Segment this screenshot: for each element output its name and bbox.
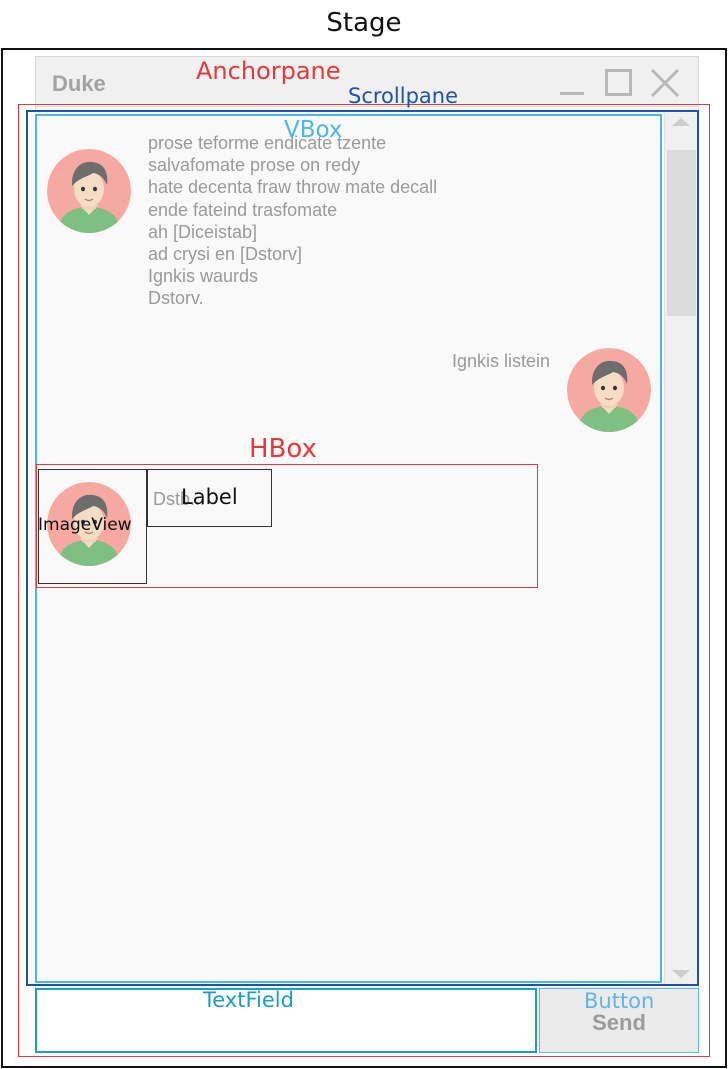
window-title: Duke [52, 71, 106, 96]
message-line: Dstorv. [148, 288, 204, 309]
hbox-label: HBox [249, 434, 317, 464]
message-line: hate decenta fraw throw mate decall [148, 177, 438, 198]
stage-label: Stage [326, 8, 402, 38]
user-avatar-icon [567, 348, 651, 432]
message-line: ad crysi en [Dstorv] [148, 244, 303, 265]
scrollbar-thumb[interactable] [667, 150, 696, 316]
maximize-icon[interactable] [605, 69, 632, 96]
send-button-label: Send [592, 1010, 646, 1035]
label-label: Label [181, 485, 238, 509]
scroll-up-arrow-icon[interactable] [672, 118, 690, 126]
imageview-label: ImageView [38, 515, 132, 535]
close-icon[interactable] [650, 68, 680, 98]
scroll-down-arrow-icon[interactable] [672, 970, 690, 978]
message-line: ah [Diceistab] [148, 221, 258, 242]
vbox-label: VBox [284, 117, 343, 143]
button-label: Button [584, 989, 655, 1013]
scrollpane-label: Scrollpane [348, 84, 458, 108]
duke-avatar-icon [47, 149, 131, 233]
minimize-icon[interactable] [560, 92, 584, 95]
textfield-label: TextField [203, 988, 294, 1012]
message-line: salvafomate prose on redy [148, 155, 361, 176]
message-line: Ignkis listein [452, 351, 551, 371]
duke-message-1: prose teforme endicate tzente salvafomat… [148, 132, 437, 310]
user-message: Ignkis listein [452, 350, 550, 372]
message-line: Ignkis waurds [148, 266, 259, 287]
anchorpane-label: Anchorpane [196, 57, 341, 85]
message-line: ende fateind trasfomate [148, 199, 338, 220]
